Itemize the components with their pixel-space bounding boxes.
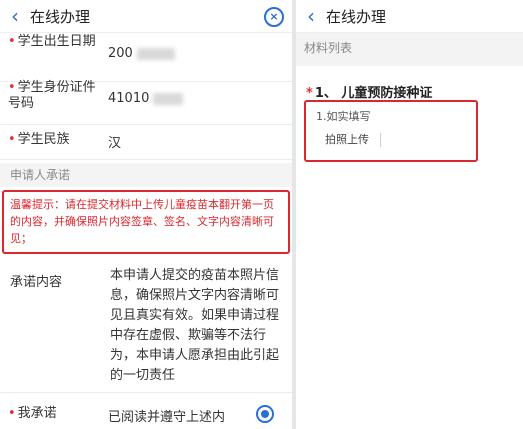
id-number-value: 41010: [108, 91, 150, 106]
field-birth-date: • 学生出生日期 200: [0, 33, 292, 82]
field-label: • 学生身份证件号码: [8, 80, 96, 111]
field-id-number: • 学生身份证件号码 41010: [0, 80, 292, 125]
upload-photo-button[interactable]: 拍照上传: [318, 132, 376, 148]
agree-text: 已阅读并遵守上述内: [108, 410, 226, 425]
header-bar: ‹ 在线办理 ×: [0, 0, 292, 33]
fill-note: 1.如实填写: [316, 110, 371, 123]
warm-tip: 温馨提示：请在提交材料中上传儿童疫苗本翻开第一页的内容，并确保照片内容签章、签名…: [10, 198, 274, 245]
field-label: • 我承诺: [8, 406, 57, 421]
section-title: 申请人承诺: [0, 163, 292, 187]
label-text: 学生出生日期: [17, 34, 96, 49]
page-title: 在线办理: [30, 7, 91, 26]
field-label: • 学生民族: [8, 132, 70, 147]
redacted-blur: [153, 92, 184, 105]
field-label: • 学生出生日期: [8, 34, 96, 49]
header-bar: ‹ 在线办理: [296, 0, 523, 33]
chevron-left-icon[interactable]: ‹: [4, 0, 26, 32]
chevron-left-icon[interactable]: ‹: [300, 0, 322, 32]
close-circle-icon[interactable]: ×: [264, 7, 284, 27]
field-ethnicity: • 学生民族 汉: [0, 125, 292, 160]
left-phone-screen: ‹ 在线办理 × • 学生出生日期 200 • 学生身份证件号码 41010 • 学生…: [0, 0, 292, 429]
label-text: 学生身份证件号码: [8, 80, 96, 111]
birth-date-value: 200: [108, 46, 133, 61]
separator: [380, 133, 381, 147]
item-title-text: 1、 儿童预防接种证: [314, 86, 433, 101]
promise-text: 本申请人提交的疫苗本照片信息，确保照片文字内容清晰可见且真实有效。如果申请过程中…: [110, 268, 280, 383]
label-text: 我承诺: [17, 406, 57, 421]
right-phone-screen: ‹ 在线办理 材料列表 * 1、 儿童预防接种证 1.如实填写 拍照上传: [296, 0, 523, 429]
field-value: 41010: [108, 91, 184, 106]
ethnicity-value: 汉: [108, 136, 122, 151]
promise-label: 承诺内容: [10, 275, 63, 290]
agree-radio[interactable]: [256, 405, 274, 423]
page-title: 在线办理: [326, 7, 387, 26]
redacted-blur: [136, 47, 175, 60]
label-text: 学生民族: [17, 132, 70, 147]
field-value: 200: [108, 46, 175, 61]
agree-row: • 我承诺 已阅读并遵守上述内: [0, 392, 292, 429]
section-title: 材料列表: [296, 33, 523, 63]
material-item-title: * 1、 儿童预防接种证: [306, 86, 433, 101]
